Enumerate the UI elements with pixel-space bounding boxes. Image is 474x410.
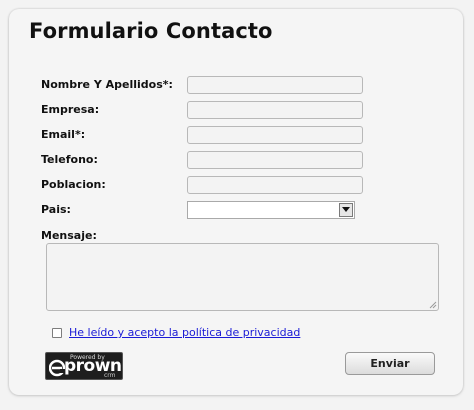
form-title: Formulario Contacto [29,19,273,43]
send-button[interactable]: Enviar [345,352,435,375]
message-textarea[interactable] [46,243,439,311]
powered-by-badge[interactable]: Powered by prown crm [45,352,123,380]
eprown-logo-icon [49,359,65,377]
email-field[interactable] [187,126,363,144]
company-label: Empresa: [41,103,100,116]
badge-crm-text: crm [104,372,116,379]
company-field[interactable] [187,101,363,119]
name-field[interactable] [187,76,363,94]
message-label: Mensaje: [41,229,97,242]
resize-grip-icon[interactable] [429,301,437,309]
city-label: Poblacion: [41,178,106,191]
privacy-checkbox[interactable] [52,328,62,338]
phone-field[interactable] [187,151,363,169]
email-label: Email*: [41,128,86,141]
country-select[interactable] [187,201,355,219]
chevron-down-icon[interactable] [339,203,353,217]
city-field[interactable] [187,176,363,194]
privacy-policy-link[interactable]: He leído y acepto la política de privaci… [69,326,300,339]
name-label: Nombre Y Apellidos*: [41,78,173,91]
phone-label: Telefono: [41,153,98,166]
country-label: Pais: [41,203,71,216]
